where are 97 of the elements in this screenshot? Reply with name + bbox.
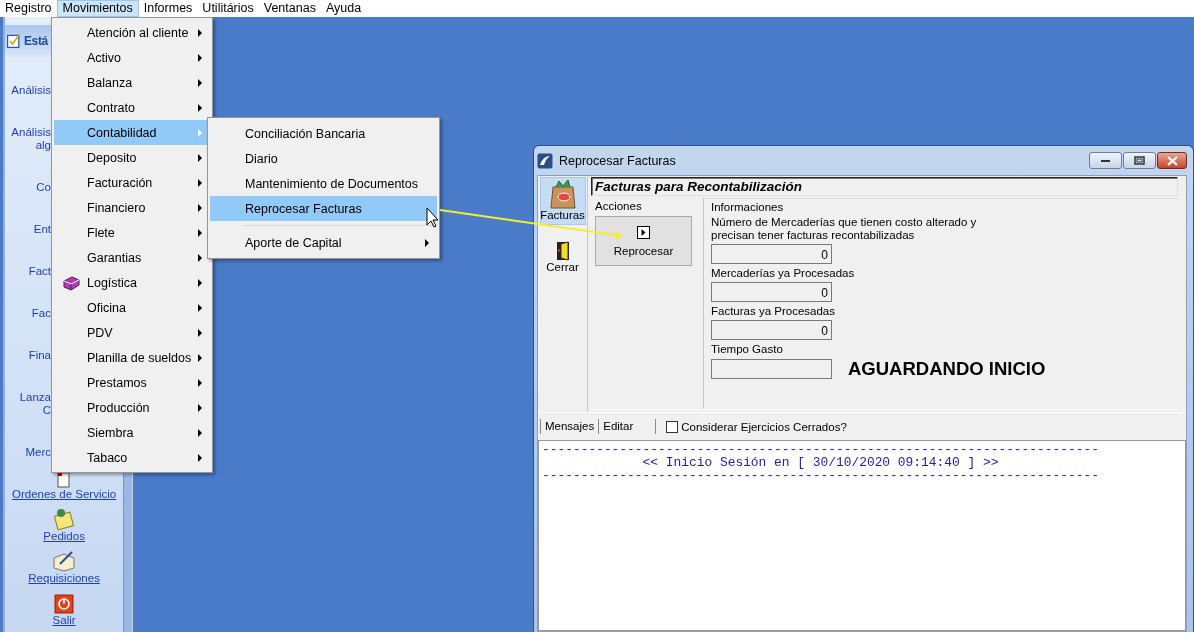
menu-item[interactable]: PDV — [54, 320, 210, 345]
sidebar-link[interactable]: Pedidos — [43, 530, 85, 543]
log-line: ------------------------------------------------------------------------ — [542, 443, 1099, 456]
checkbox[interactable]: Considerar Ejercicios Cerrados? — [666, 420, 847, 433]
menubar-item[interactable]: Informes — [138, 0, 198, 17]
reprocess-button[interactable]: Reprocesar — [595, 216, 692, 266]
menu-item[interactable]: Garantias — [54, 245, 210, 270]
cursor-icon — [426, 207, 439, 228]
submenu-arrow-icon — [198, 403, 202, 412]
menubar-item[interactable]: Movimientos — [56, 0, 139, 17]
power-icon[interactable] — [54, 594, 75, 614]
sidebar-link[interactable]: Ordenes de Servicio — [12, 488, 117, 501]
menu-item[interactable]: Atención al cliente — [54, 20, 210, 45]
field-label: Número de Mercaderías que tienen costo alterado y precisan tener facturas recontabilizadas — [711, 216, 978, 242]
maximize-icon — [1134, 156, 1145, 165]
menu-item[interactable]: Balanza — [54, 70, 210, 95]
close-button[interactable] — [1157, 152, 1187, 169]
submenu-arrow-icon — [198, 428, 202, 437]
sidebar-link[interactable]: Ent — [33, 223, 51, 236]
field-label: Mercaderías ya Procesadas — [711, 267, 856, 280]
menu-item[interactable]: Diario — [210, 146, 437, 171]
menu-item[interactable]: Activo — [54, 45, 210, 70]
group-title: Informaciones — [711, 201, 785, 213]
log-line: << Inicio Sesión en [ 30/10/2020 09:14:40 ] >> — [642, 456, 999, 469]
play-icon — [637, 225, 650, 239]
submenu-arrow-icon — [198, 228, 202, 237]
door-icon — [554, 241, 571, 261]
sidebar-link[interactable]: Análisis — [11, 84, 51, 97]
menu-item[interactable]: Logística — [54, 270, 210, 295]
submenu-arrow-icon — [198, 153, 202, 162]
submenu-arrow-icon — [198, 78, 202, 87]
sidebar-link[interactable]: Fina — [28, 349, 51, 362]
minimize-button[interactable] — [1089, 152, 1122, 169]
menu-item[interactable]: Flete — [54, 220, 210, 245]
submenu-arrow-icon — [198, 203, 202, 212]
group-title: Acciones — [595, 200, 643, 212]
submenu-arrow-icon — [198, 103, 202, 112]
toolbar-button[interactable]: Facturas — [539, 177, 586, 225]
readonly-field: 0 — [711, 320, 832, 340]
toolbar-button[interactable]: Cerrar — [539, 228, 586, 276]
menu-item[interactable]: Prestamos — [54, 370, 210, 395]
book-pen-icon[interactable] — [52, 550, 77, 572]
submenu-arrow-icon — [198, 53, 202, 62]
status-text: AGUARDANDO INICIO — [848, 358, 1046, 380]
submenu-arrow-icon — [198, 128, 202, 137]
submenu-arrow-icon — [198, 303, 202, 312]
menu-item[interactable]: Planilla de sueldos — [54, 345, 210, 370]
submenu-arrow-icon — [198, 178, 202, 187]
menubar-item[interactable]: Ayuda — [320, 0, 367, 17]
sidebar-link[interactable]: Co — [36, 181, 51, 194]
sidebar-link[interactable]: Análisis alg — [11, 126, 51, 152]
menu-item[interactable]: Aporte de Capital — [210, 230, 437, 255]
menu-item[interactable]: Oficina — [54, 295, 210, 320]
maximize-button[interactable] — [1123, 152, 1156, 169]
submenu-arrow-icon — [425, 238, 429, 247]
menubar-item[interactable]: Registro — [0, 0, 57, 17]
close-icon — [1166, 155, 1178, 166]
log-line: ------------------------------------------------------------------------ — [542, 469, 1099, 482]
field-label: Tiempo Gasto — [711, 343, 784, 356]
menu-item[interactable]: Mantenimiento de Documentos — [210, 171, 437, 196]
sidebar-title: Está — [24, 34, 48, 48]
tab[interactable]: Editar — [598, 419, 657, 434]
sidebar-link[interactable]: Salir — [52, 614, 76, 627]
submenu-arrow-icon — [198, 278, 202, 287]
submenu-arrow-icon — [198, 28, 202, 37]
submenu-arrow-icon — [198, 253, 202, 262]
sidebar-link[interactable]: Fact — [28, 265, 51, 278]
checkbox-box[interactable] — [666, 420, 679, 433]
menu-item[interactable]: Producción — [54, 395, 210, 420]
bag-icon — [548, 179, 577, 209]
tab[interactable]: Mensajes — [540, 419, 599, 434]
menu-item[interactable]: Conciliación Bancaria — [210, 121, 437, 146]
menu-item[interactable]: Deposito — [54, 145, 210, 170]
submenu-arrow-icon — [198, 378, 202, 387]
menubar-item[interactable]: Ventanas — [258, 0, 321, 17]
menu-item[interactable]: Contrato — [54, 95, 210, 120]
sidebar-link[interactable]: Fac — [31, 307, 51, 320]
menu-item[interactable]: Reprocesar Facturas — [210, 196, 437, 221]
menu-item[interactable]: Siembra — [54, 420, 210, 445]
readonly-field: 0 — [711, 244, 832, 264]
menu-item[interactable]: Tabaco — [54, 445, 210, 470]
sidebar-link[interactable]: Requisiciones — [28, 572, 100, 585]
field-label: Facturas ya Procesadas — [711, 305, 836, 318]
window-title: Reprocesar Facturas — [559, 153, 677, 168]
app-icon — [537, 152, 553, 169]
checklist-icon — [6, 33, 22, 49]
menu-item[interactable]: Financiero — [54, 195, 210, 220]
sidebar-link[interactable]: Merc — [25, 446, 51, 459]
submenu-arrow-icon — [198, 453, 202, 462]
submenu-arrow-icon — [198, 328, 202, 337]
sidebar-link[interactable]: Lanza C — [19, 391, 51, 417]
section-heading: Facturas para Recontabilización — [591, 177, 1178, 196]
menu-item[interactable]: Facturación — [54, 170, 210, 195]
readonly-field: 0 — [711, 282, 832, 302]
menubar-item[interactable]: Utilitários — [197, 0, 259, 17]
menu-item[interactable]: Contabilidad — [54, 120, 210, 145]
submenu-arrow-icon — [198, 353, 202, 362]
